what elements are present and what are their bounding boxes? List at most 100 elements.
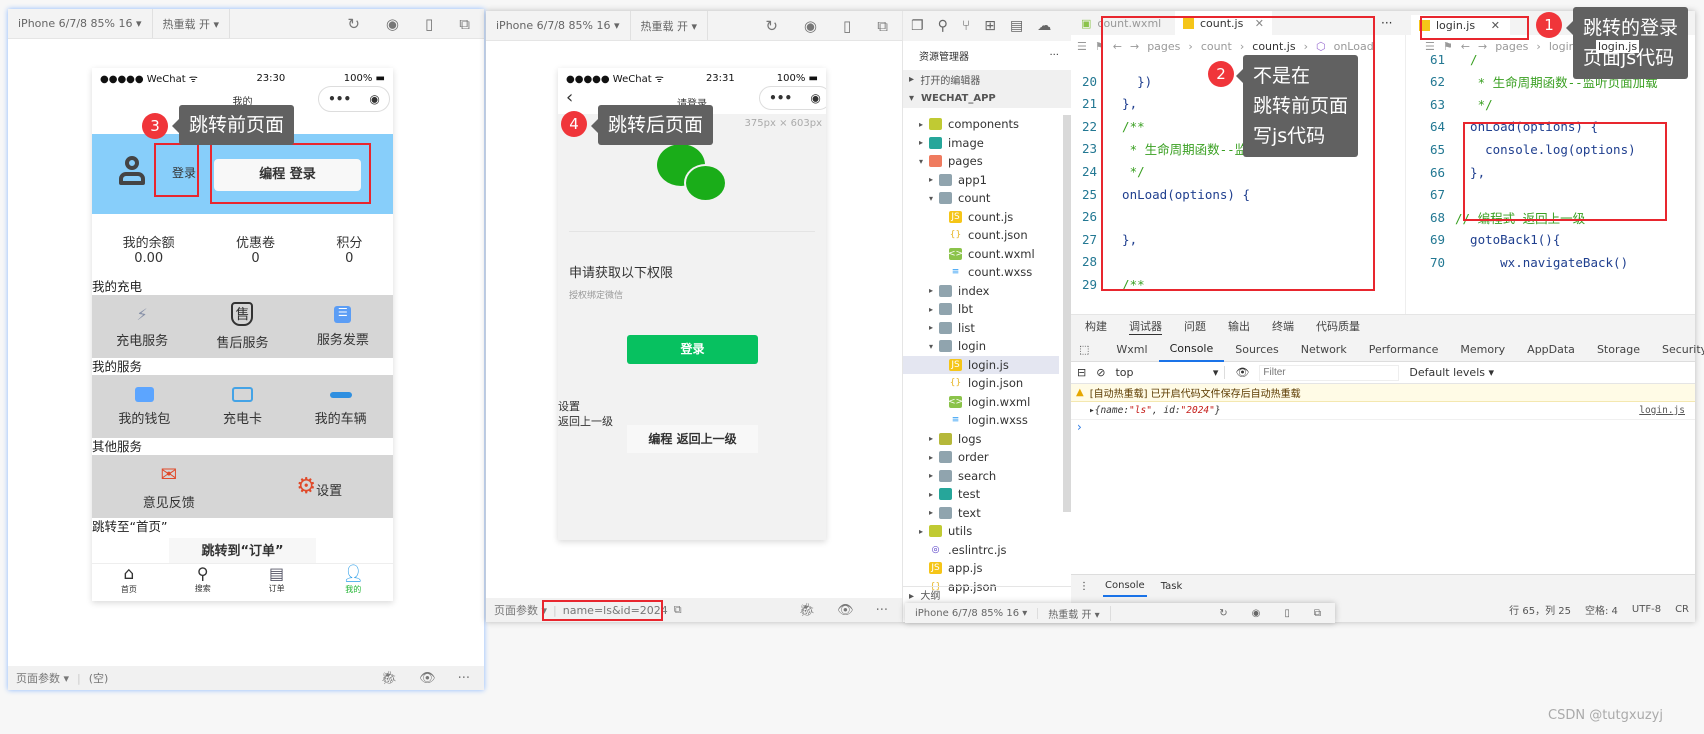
record-icon[interactable]: ◉ xyxy=(1252,608,1261,619)
tab-order[interactable]: ▤ 订单 xyxy=(269,564,285,601)
tree-item[interactable]: ◎ .eslintrc.js xyxy=(903,541,1059,559)
more-icon[interactable]: ••• xyxy=(328,92,351,106)
encoding[interactable]: UTF-8 xyxy=(1632,604,1661,615)
tree-item[interactable]: JS app.js xyxy=(903,559,1059,577)
goto-order-button[interactable]: 跳转到“订单” xyxy=(169,538,316,566)
log-source-link[interactable]: login.js xyxy=(1639,405,1685,416)
line-ending[interactable]: CR xyxy=(1675,604,1689,615)
extensions-icon[interactable]: ⊞ xyxy=(984,18,996,34)
more-icon[interactable]: ··· xyxy=(876,603,888,618)
window-icon[interactable]: ⧉ xyxy=(459,15,470,33)
console-prompt[interactable]: › xyxy=(1071,420,1695,436)
tree-item[interactable]: ▸ index xyxy=(903,282,1059,300)
programmatic-back-button[interactable]: 编程 返回上一级 xyxy=(627,425,758,453)
docker-icon[interactable]: ☁ xyxy=(1037,18,1051,34)
devtools-tab[interactable]: Memory xyxy=(1449,338,1516,361)
tree-item[interactable]: ▸ search xyxy=(903,467,1059,485)
tree-item[interactable]: ▸ lbt xyxy=(903,300,1059,318)
panel-tab[interactable]: 终端 xyxy=(1272,318,1294,334)
goto-home-link[interactable]: 跳转至“首页” xyxy=(92,518,393,535)
layout-icon[interactable]: ▤ xyxy=(1010,18,1023,34)
tree-item[interactable]: ▸ order xyxy=(903,448,1059,466)
tab-search[interactable]: ⚲ 搜索 xyxy=(195,564,211,601)
list-icon[interactable]: ☰ xyxy=(1077,40,1087,53)
devtools-tab[interactable]: AppData xyxy=(1516,338,1586,361)
tree-item[interactable]: <> login.wxml xyxy=(903,393,1059,411)
tree-item[interactable]: ≡ login.wxss xyxy=(903,411,1059,429)
tree-item[interactable]: ▸ test xyxy=(903,485,1059,503)
record-icon[interactable]: ◉ xyxy=(386,15,399,33)
search-icon[interactable]: ⚲ xyxy=(938,18,948,34)
console-filter-input[interactable] xyxy=(1259,364,1400,381)
log-levels-select[interactable]: Default levels ▾ xyxy=(1409,366,1494,379)
devtools-tab[interactable]: Console xyxy=(1158,337,1225,362)
charge-service-item[interactable]: ⚡ 充电服务 xyxy=(116,305,168,349)
tree-item[interactable]: ▾ login xyxy=(903,337,1059,355)
wallet-item[interactable]: 我的钱包 xyxy=(118,386,170,427)
phone-icon[interactable]: ▯ xyxy=(1284,608,1290,619)
page-params-select[interactable]: 页面参数 ▾ xyxy=(494,602,547,618)
devtools-tab[interactable]: Network xyxy=(1290,338,1358,361)
window-icon[interactable]: ⧉ xyxy=(1314,608,1321,619)
drawer-menu-icon[interactable]: ⋮ xyxy=(1079,581,1089,592)
feedback-item[interactable]: ✉ 意见反馈 xyxy=(143,462,195,511)
tree-item[interactable]: {} count.json xyxy=(903,226,1059,244)
git-icon[interactable]: ⑂ xyxy=(962,18,970,34)
eye-icon[interactable]: 👁︎ xyxy=(1235,366,1249,379)
explorer-scrollbar[interactable] xyxy=(1063,115,1071,512)
tree-item[interactable]: ▸ utils xyxy=(903,522,1059,540)
panel-tab[interactable]: 构建 xyxy=(1085,318,1107,334)
tree-item[interactable]: ▸ text xyxy=(903,504,1059,522)
tree-item[interactable]: JS login.js xyxy=(903,355,1059,374)
open-editors-section[interactable]: ▸ 打开的编辑器 xyxy=(903,70,1071,89)
eye-icon[interactable]: 👁︎ xyxy=(419,671,436,686)
back-text[interactable]: 返回上一级 xyxy=(558,413,613,429)
capsule-menu[interactable]: ••• ◉ xyxy=(318,86,390,112)
devtools-tab[interactable]: Sources xyxy=(1224,338,1290,361)
more-icon[interactable]: ··· xyxy=(458,671,470,686)
cursor-position[interactable]: 行 65，列 25 xyxy=(1509,602,1571,617)
eye-icon[interactable]: 👁︎ xyxy=(837,603,854,618)
copy-icon[interactable]: ⧉ xyxy=(674,603,682,617)
tree-item[interactable]: ▸ list xyxy=(903,319,1059,337)
hot-reload-select[interactable]: 热重载 开 ▾ xyxy=(1038,605,1111,621)
breadcrumb-current-file[interactable]: login.js xyxy=(1596,39,1640,53)
refresh-icon[interactable]: ↻ xyxy=(1219,608,1227,619)
tree-item[interactable]: ▸ components xyxy=(903,115,1059,133)
tree-item[interactable]: ▸ logs xyxy=(903,430,1059,448)
close-mini-icon[interactable]: ◉ xyxy=(369,92,379,106)
device-select[interactable]: iPhone 6/7/8 85% 16 ▾ xyxy=(905,607,1039,619)
tree-item[interactable]: ▸ app1 xyxy=(903,171,1059,189)
drawer-tab-task[interactable]: Task xyxy=(1161,581,1183,592)
console-log-entry[interactable]: ▸{name: "ls", id: "2024"} login.js xyxy=(1071,402,1695,420)
invoice-item[interactable]: ☰ 服务发票 xyxy=(317,305,369,348)
page-params-select[interactable]: 页面参数 ▾ xyxy=(16,670,69,686)
page-params-value[interactable]: (空) xyxy=(89,670,109,686)
wechat-login-button[interactable]: 登录 xyxy=(627,335,758,364)
tree-item[interactable]: ≡ count.wxss xyxy=(903,263,1059,281)
outline-section[interactable]: ▸ 大纲 xyxy=(903,586,1071,604)
devtools-tab[interactable]: Wxml xyxy=(1105,338,1158,361)
panel-tab[interactable]: 代码质量 xyxy=(1316,318,1360,334)
devtools-tab[interactable]: Storage xyxy=(1586,338,1651,361)
tree-item[interactable]: {} login.json xyxy=(903,374,1059,392)
device-select[interactable]: iPhone 6/7/8 85% 16 ▾ xyxy=(8,9,153,38)
panel-tab[interactable]: 输出 xyxy=(1228,318,1250,334)
phone-icon[interactable]: ▯ xyxy=(425,15,433,33)
refresh-icon[interactable]: ↻ xyxy=(765,17,778,35)
panel-tab[interactable]: 调试器 xyxy=(1129,318,1162,335)
tree-item[interactable]: ▾ pages xyxy=(903,152,1059,170)
record-icon[interactable]: ◉ xyxy=(804,17,817,35)
vehicle-item[interactable]: 我的车辆 xyxy=(315,387,367,427)
files-icon[interactable]: ❐ xyxy=(911,18,924,34)
bug-icon[interactable]: 🐞︎ xyxy=(381,671,398,686)
tree-item[interactable]: ▾ count xyxy=(903,189,1059,207)
hot-reload-select[interactable]: 热重载 开 ▾ xyxy=(631,11,709,40)
panel-tab[interactable]: 问题 xyxy=(1184,318,1206,334)
context-select[interactable]: top ▾ xyxy=(1115,366,1226,379)
tab-home[interactable]: ⌂ 首页 xyxy=(121,564,137,601)
capsule-menu[interactable]: ••• ◉ xyxy=(759,86,826,110)
tree-item[interactable]: ▸ image xyxy=(903,134,1059,152)
tab-mine[interactable]: 👤︎ 我的 xyxy=(342,564,364,601)
project-root[interactable]: ▾ WECHAT_APP xyxy=(903,89,1071,108)
